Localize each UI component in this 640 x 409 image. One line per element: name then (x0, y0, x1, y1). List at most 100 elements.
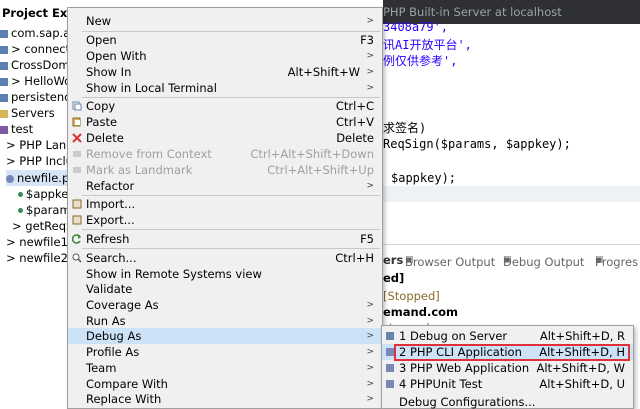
menu-item-team[interactable]: Team > (68, 360, 382, 376)
phpunit-icon (386, 380, 394, 388)
tree-item-project[interactable]: persistence (0, 89, 78, 105)
tree-item-project[interactable]: com.sap.ap (0, 25, 78, 41)
menu-label: Debug As (86, 329, 142, 343)
remove-context-icon (73, 151, 81, 157)
menu-label: Run As (86, 314, 126, 328)
console-line: emand.com (383, 305, 459, 319)
tree-item-label: Servers (11, 106, 55, 120)
menu-label: Copy (86, 99, 116, 113)
paste-icon (72, 117, 81, 127)
menu-label: Refactor (86, 179, 135, 193)
menu-label: Paste (86, 115, 118, 129)
project-icon (0, 29, 8, 38)
menu-label: Search... (86, 251, 137, 265)
menu-label: Profile As (86, 345, 140, 359)
submenu-arrow-icon: > (366, 300, 374, 310)
menu-label: New (86, 14, 112, 28)
menu-shortcut: Alt+Shift+W (287, 65, 360, 79)
submenu-arrow-icon: > (366, 379, 374, 389)
code-line: ReqSign($params, $appkey); (383, 137, 571, 151)
project-icon (0, 93, 8, 102)
submenu-arrow-icon: > (366, 394, 374, 404)
menu-item-debug-as[interactable]: Debug As > (68, 328, 382, 344)
menu-item-import[interactable]: Import... (68, 196, 382, 212)
menu-item-show-in[interactable]: Show In Alt+Shift+W > (68, 64, 382, 80)
tree-item-project[interactable]: Servers (0, 105, 55, 121)
code-line: 求签名) (383, 121, 427, 135)
menu-item-paste[interactable]: Paste Ctrl+V (68, 114, 382, 130)
menu-item-profile-as[interactable]: Profile As > (68, 344, 382, 360)
delete-icon (72, 133, 82, 143)
menu-shortcut: Ctrl+C (335, 99, 374, 113)
menu-shortcut: F3 (360, 33, 374, 47)
menu-label: Validate (86, 282, 133, 296)
submenu-label: 4 PHPUnit Test (399, 377, 483, 391)
menu-label: Team (86, 361, 117, 375)
menu-label: Compare With (86, 377, 168, 391)
menu-item-open-with[interactable]: Open With > (68, 48, 382, 64)
menu-item-search[interactable]: Search... Ctrl+H (68, 250, 382, 266)
tab-servers[interactable]: ers (383, 253, 403, 267)
submenu-arrow-icon: > (366, 347, 374, 357)
submenu-label: Debug Configurations... (399, 395, 536, 409)
menu-item-open[interactable]: Open F3 (68, 32, 382, 48)
copy-icon (72, 101, 82, 111)
submenu-item-debug-configurations[interactable]: Debug Configurations... (382, 394, 633, 409)
menu-label: Export... (86, 213, 135, 227)
menu-label: Remove from Context (86, 147, 212, 161)
php-web-icon (386, 364, 394, 372)
menu-item-compare-with[interactable]: Compare With > (68, 376, 382, 392)
menu-item-export[interactable]: Export... (68, 212, 382, 228)
menu-separator (82, 248, 380, 249)
submenu-shortcut: Alt+Shift+D, W (536, 361, 625, 375)
tree-item-project[interactable]: > HelloWor (0, 73, 76, 89)
menu-item-copy[interactable]: Copy Ctrl+C (68, 98, 382, 114)
menu-label: Show In (86, 65, 132, 79)
submenu-item-debug-on-server[interactable]: 1 Debug on Server Alt+Shift+D, R (382, 328, 633, 344)
project-icon (0, 77, 8, 86)
submenu-arrow-icon: > (366, 181, 374, 191)
menu-label: Show in Local Terminal (86, 81, 217, 95)
menu-item-refactor[interactable]: Refactor > (68, 178, 382, 194)
tree-item-project[interactable]: CrossDoma (0, 57, 77, 73)
menu-item-new[interactable]: New > (68, 13, 382, 29)
tree-item-project[interactable]: test (0, 121, 33, 137)
menu-item-replace-with[interactable]: Replace With > (68, 391, 382, 407)
menu-item-delete[interactable]: Delete Delete (68, 130, 382, 146)
variable-icon (18, 192, 23, 197)
menu-item-show-local-terminal[interactable]: Show in Local Terminal > (68, 80, 382, 96)
menu-shortcut: Ctrl+Alt+Shift+Up (267, 163, 374, 177)
submenu-arrow-icon: > (366, 67, 374, 77)
landmark-icon (73, 167, 81, 173)
tree-item-label: > getReqS (12, 219, 74, 233)
panel-tabs: ers ▣ Browser Output ▣ Debug Output ▣ Progr… (383, 251, 640, 269)
menu-item-show-remote-systems[interactable]: Show in Remote Systems view (68, 266, 382, 282)
tree-item-library[interactable]: > PHP Inclu (6, 153, 73, 169)
tree-item-label: > PHP Inclu (6, 154, 73, 168)
menu-item-validate[interactable]: Validate (68, 281, 382, 297)
submenu-item-phpunit-test[interactable]: 4 PHPUnit Test Alt+Shift+D, U (382, 376, 633, 392)
menu-item-run-as[interactable]: Run As > (68, 313, 382, 329)
submenu-arrow-icon: > (366, 331, 374, 341)
context-menu: New > Open F3 Open With > Show In Alt+Shift+… (67, 7, 383, 409)
menu-shortcut: Ctrl+H (335, 251, 374, 265)
tree-item-function[interactable]: > getReqS (12, 218, 73, 234)
code-line: 3408a79', (383, 20, 449, 34)
code-area[interactable]: 3408a79', 讯AI开放平台', 例仅供参考', 求签名) ReqSign… (383, 20, 640, 244)
current-line-highlight (383, 186, 640, 202)
submenu-shortcut: Alt+Shift+D, U (539, 377, 625, 391)
menu-label: Delete (86, 131, 124, 145)
menu-item-coverage-as[interactable]: Coverage As > (68, 297, 382, 313)
menu-label: Replace With (86, 392, 162, 406)
menu-label: Open (86, 33, 117, 47)
code-line: 讯AI开放平台', (383, 38, 472, 52)
project-icon (0, 125, 8, 134)
tree-item-library[interactable]: > PHP Lang (6, 137, 74, 153)
submenu-item-php-web-application[interactable]: 3 PHP Web Application Alt+Shift+D, W (382, 360, 633, 376)
project-icon (0, 45, 8, 54)
submenu-arrow-icon: > (366, 363, 374, 373)
import-icon (72, 199, 82, 209)
console-line: [Stopped] (383, 289, 440, 303)
menu-item-refresh[interactable]: Refresh F5 (68, 231, 382, 247)
submenu-arrow-icon: > (366, 316, 374, 326)
